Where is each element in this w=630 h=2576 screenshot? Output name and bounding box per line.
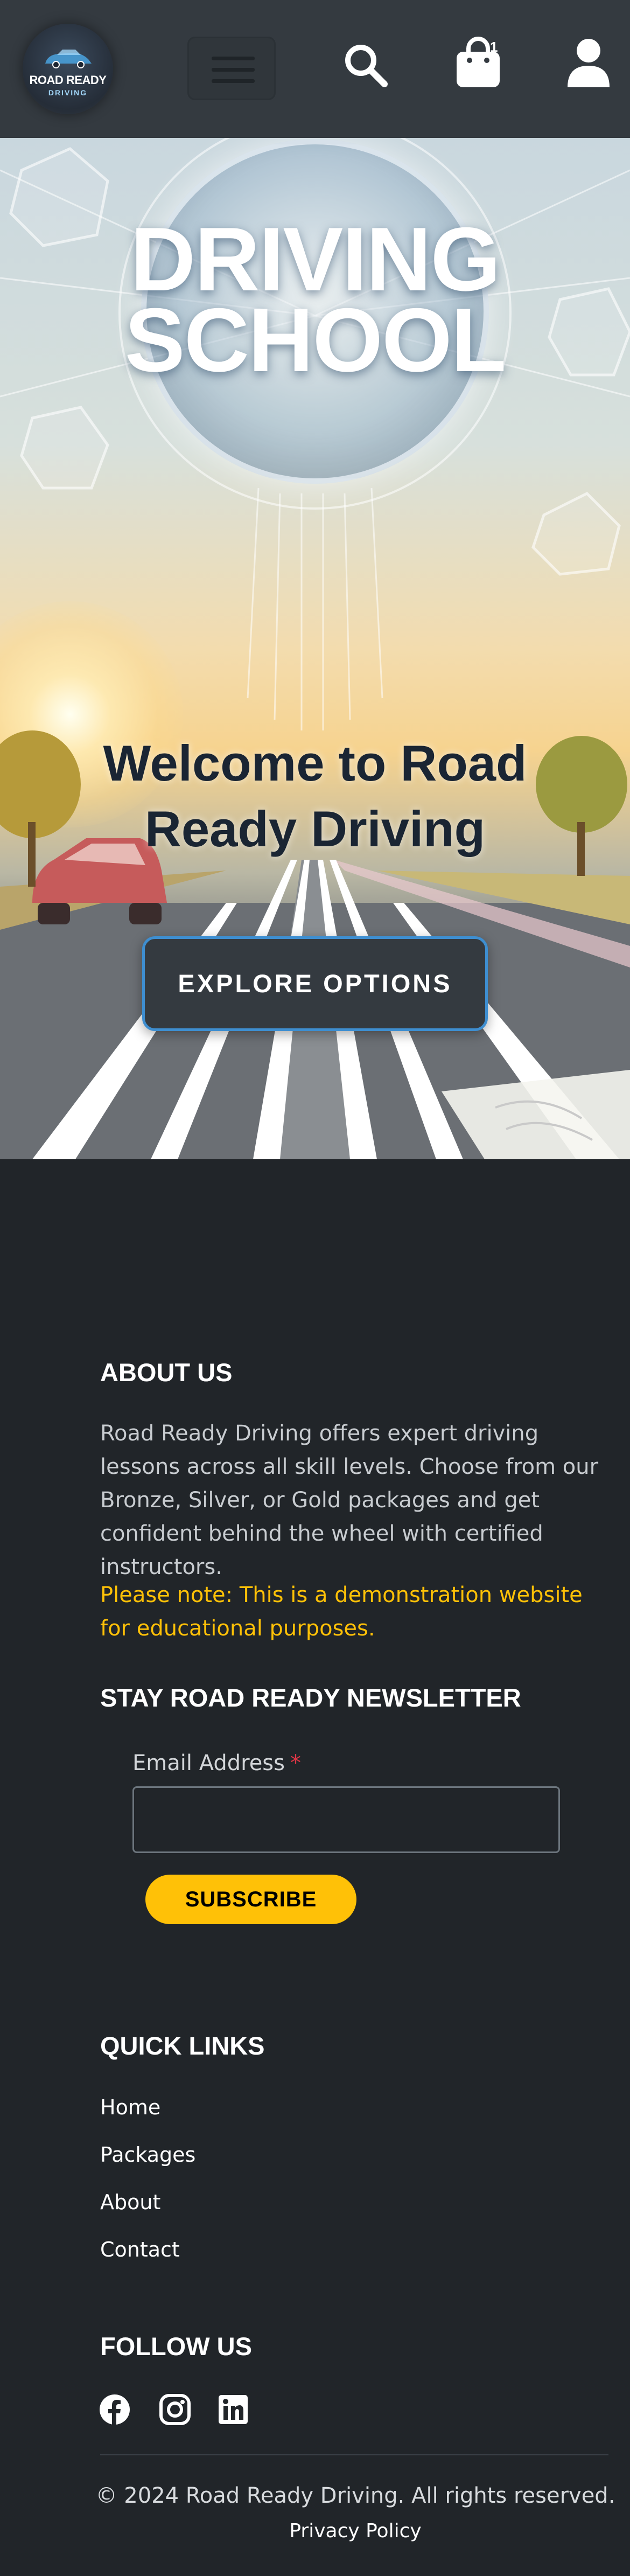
hero-image-title: DRIVING SCHOOL	[0, 208, 630, 391]
hero-image-title-line2: SCHOOL	[124, 289, 507, 391]
quick-link-packages[interactable]: Packages	[100, 2143, 195, 2167]
explore-options-button[interactable]: EXPLORE OPTIONS	[142, 936, 488, 1031]
hamburger-menu-icon	[212, 57, 255, 60]
hero-banner: DRIVING SCHOOL Welcome to Road Ready Dri…	[0, 138, 630, 1159]
follow-title: FOLLOW US	[100, 2332, 252, 2361]
instagram-icon	[159, 2394, 191, 2425]
linkedin-icon	[219, 2395, 248, 2424]
hamburger-menu-button[interactable]	[187, 37, 276, 100]
user-icon[interactable]	[565, 38, 612, 87]
site-header: ROAD READY DRIVING 1	[0, 0, 630, 138]
demo-note: Please note: This is a demonstration web…	[100, 1583, 583, 1641]
about-text: Road Ready Driving offers expert driving…	[100, 1421, 599, 1579]
email-input[interactable]	[132, 1786, 560, 1853]
site-logo[interactable]: ROAD READY DRIVING	[23, 24, 113, 114]
quick-link-about[interactable]: About	[100, 2190, 160, 2214]
email-label: Email Address *	[132, 1751, 301, 1776]
footer-divider	[100, 2454, 608, 2455]
hero-image-title-line1: DRIVING	[130, 208, 501, 310]
quick-links-title: QUICK LINKS	[100, 2031, 265, 2060]
email-label-text: Email Address	[132, 1751, 285, 1776]
privacy-policy-link[interactable]: Privacy Policy	[0, 2520, 630, 2542]
required-mark: *	[290, 1751, 301, 1776]
copyright-text: © 2024 Road Ready Driving. All rights re…	[95, 2483, 615, 2508]
hamburger-bar	[212, 68, 255, 72]
hero-heading: Welcome to Road Ready Driving	[103, 735, 527, 857]
search-icon[interactable]	[342, 42, 389, 88]
quick-link-home[interactable]: Home	[100, 2095, 160, 2119]
hamburger-bar	[212, 79, 255, 83]
quick-link-contact[interactable]: Contact	[100, 2238, 180, 2261]
logo-text-line1: ROAD READY	[29, 73, 107, 87]
newsletter-title: STAY ROAD READY NEWSLETTER	[100, 1683, 521, 1712]
car-logo-icon	[45, 50, 92, 68]
cart-count-badge: 1	[490, 39, 498, 55]
facebook-icon	[100, 2394, 130, 2425]
logo-text-line2: DRIVING	[48, 88, 88, 97]
about-title: ABOUT US	[100, 1358, 233, 1387]
subscribe-button[interactable]: SUBSCRIBE	[145, 1875, 356, 1924]
